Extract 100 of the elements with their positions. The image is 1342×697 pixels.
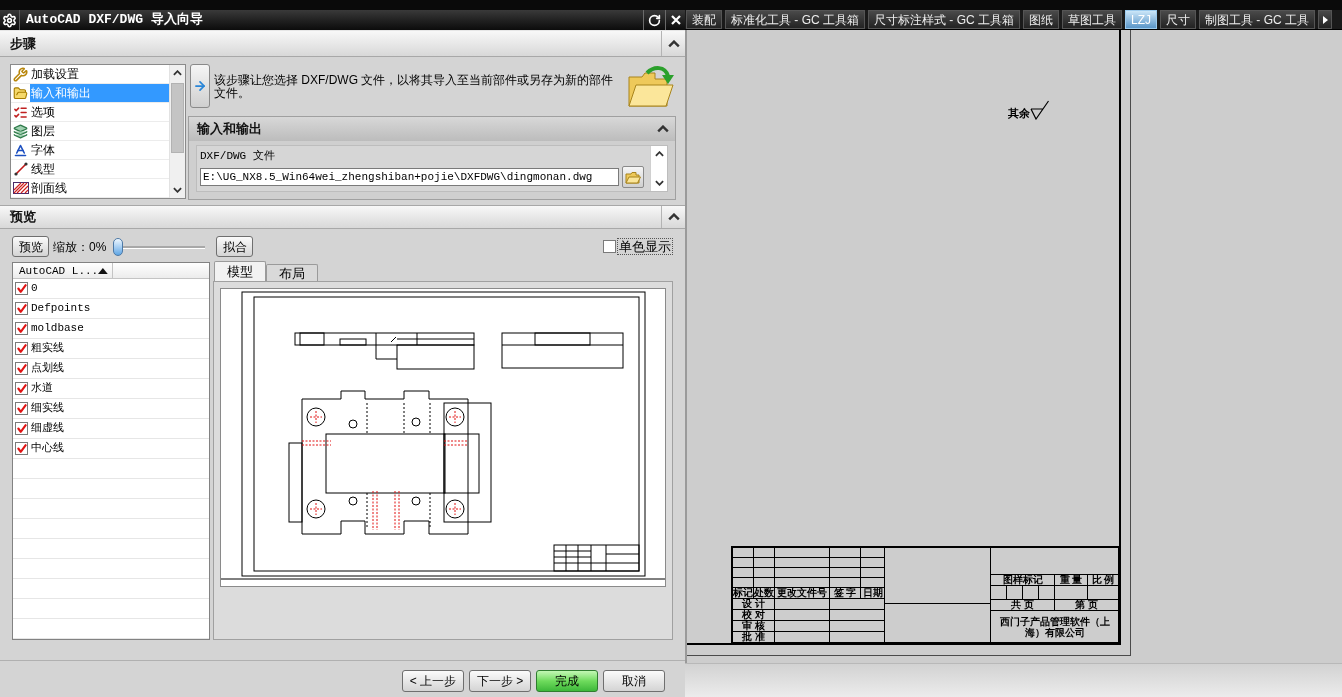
title-block-label: 设 计 [733,599,775,610]
ribbon-tab[interactable]: 制图工具 - GC 工具 [1199,10,1315,29]
layer-name: 细实线 [31,401,64,417]
checkbox[interactable] [15,342,28,355]
title-block-label: 签 字 [830,588,861,599]
title-block-cell [861,578,885,588]
title-block-cell [991,586,1007,600]
ribbon-tab[interactable]: 尺寸标注样式 - GC 工具箱 [868,10,1020,29]
title-block-cell [775,621,830,632]
layers-icon [13,123,28,139]
step-item[interactable]: 选项 [30,103,169,121]
browse-button[interactable] [622,166,644,188]
checkbox[interactable] [603,240,616,253]
checkbox[interactable] [15,362,28,375]
ribbon-tab[interactable]: 标准化工具 - GC 工具箱 [725,10,865,29]
step-item[interactable]: 加载设置 [30,65,169,83]
checkbox-label[interactable]: 单色显示 [617,238,673,255]
title-block-label: 共 页 [991,600,1055,611]
preview-button[interactable]: 预览 [12,236,49,257]
title-block-cell [830,558,861,568]
step-item[interactable]: 线型 [30,160,169,178]
ribbon-tab[interactable]: 装配 [686,10,722,29]
checkbox[interactable] [15,282,28,295]
arrow-button[interactable] [190,64,210,108]
settings-icon[interactable] [2,12,17,28]
checkbox[interactable] [15,322,28,335]
chevron-up-icon [657,125,669,133]
check-icon [16,284,27,293]
title-block-label: 重 量 [1055,575,1088,586]
view-tab[interactable]: 模型 [214,261,266,281]
title-block-cell [775,599,830,610]
step-item[interactable]: 图层 [30,122,169,140]
slider-thumb[interactable] [113,237,123,256]
layer-name: 点划线 [31,361,64,377]
check-icon [16,444,27,453]
company-name: 西门子产品管理软件（上海）有限公司 [991,611,1119,643]
dialog-title: AutoCAD DXF/DWG 导入向导 [25,11,204,30]
ribbon-tab[interactable]: 草图工具 [1062,10,1122,29]
section-title: 步骤 [9,34,37,53]
folder-arrow-icon [627,65,675,109]
title-block-cell [830,610,885,621]
field-label: DXF/DWG 文件 [200,150,276,163]
roughness-symbol-icon [1030,100,1050,120]
surface-note: 其余 [1008,107,1030,119]
checklist-icon [13,104,28,120]
checkbox[interactable] [15,442,28,455]
title-block-label: 第 页 [1055,600,1119,611]
wizard-button[interactable]: 取消 [603,670,665,692]
folder-icon [625,170,641,184]
checkbox[interactable] [15,422,28,435]
ribbon-tab[interactable]: 尺寸 [1160,10,1196,29]
wrench-icon [13,66,28,82]
title-block-label: 图样标记 [991,575,1055,586]
scroll-right-button[interactable] [1318,10,1332,29]
arrow-right-icon [193,79,207,93]
checkbox[interactable] [15,382,28,395]
layer-name: Defpoints [31,301,91,317]
title-block-cell [754,558,775,568]
scrollbar[interactable] [169,65,185,198]
scrollbar-thumb[interactable] [171,83,184,153]
column-header[interactable]: AutoCAD L... [13,263,113,278]
check-icon [16,424,27,433]
layer-name: 中心线 [31,441,64,457]
step-item[interactable]: 剖面线 [30,179,169,197]
title-block-cell [830,568,861,578]
font-icon [13,142,28,158]
check-icon [16,324,27,333]
title-block-label: 标记 [733,588,754,599]
title-block-label: 日期 [861,588,885,599]
wizard-button[interactable]: 完成 [536,670,598,692]
check-icon [16,404,27,413]
title-block-cell [1055,586,1088,600]
wizard-button[interactable]: 下一步 > [469,670,531,692]
scroll-down-icon [173,187,182,193]
zoom-label: 缩放：0% [53,238,108,256]
zoom-slider[interactable] [113,236,205,257]
title-block-label: 比 例 [1088,575,1119,586]
check-icon [16,344,27,353]
section-title: 预览 [9,208,37,227]
checkbox[interactable] [15,402,28,415]
title-block-label: 更改文件号 [775,588,830,599]
ribbon-tab[interactable]: 图纸 [1023,10,1059,29]
title-block-cell [830,599,885,610]
view-tab[interactable]: 布局 [266,264,318,281]
group-title: 输入和输出 [196,120,263,139]
scroll-up-icon [654,151,664,157]
scroll-down-icon [654,180,664,186]
file-path-field[interactable]: E:\UG_NX8.5_Win64wei_zhengshiban+pojie\DXFDWG\dingmonan.dwg [200,168,619,186]
layer-name: 粗实线 [31,341,64,357]
scrollbar[interactable] [650,146,667,191]
check-icon [16,304,27,313]
title-block-cell [830,621,885,632]
title-block-label: 审 核 [733,621,775,632]
layer-name: 0 [31,281,38,297]
title-block-label: 校 对 [733,610,775,621]
wizard-button[interactable]: < 上一步 [402,670,464,692]
checkbox[interactable] [15,302,28,315]
close-icon [670,15,681,25]
step-item[interactable]: 字体 [30,141,169,159]
fit-button[interactable]: 拟合 [216,236,253,257]
